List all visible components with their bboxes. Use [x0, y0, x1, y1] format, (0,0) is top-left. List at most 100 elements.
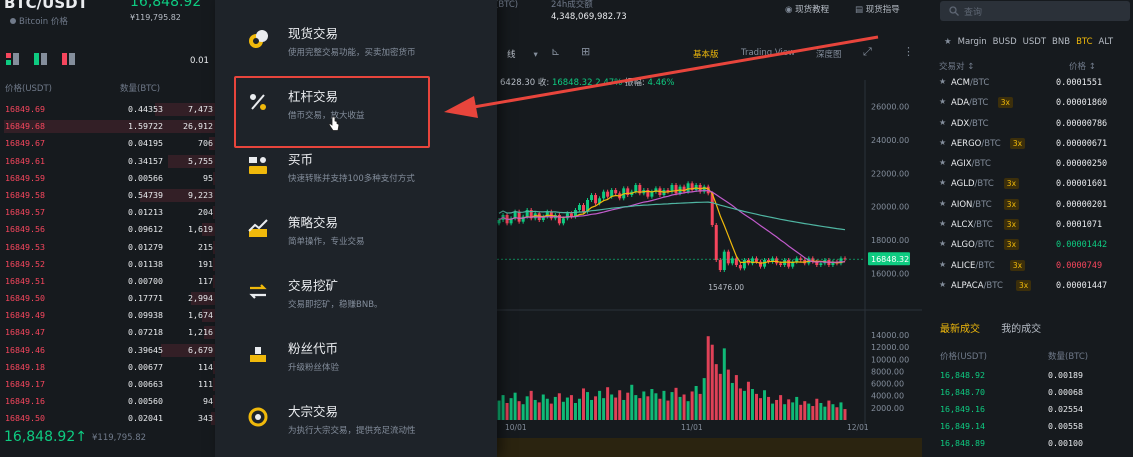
candle-body [726, 251, 730, 264]
favorite-star-icon[interactable]: ★ [939, 219, 946, 228]
orderbook-ask-row[interactable]: 16849.57 0.01213 204 [0, 204, 215, 221]
orderbook-ask-row[interactable]: 16849.67 0.04195 706 [0, 135, 215, 152]
volume-bar [702, 378, 706, 420]
favorite-star-icon[interactable]: ★ [939, 178, 946, 187]
ask-price: 16849.17 [5, 379, 45, 389]
orderbook-ask-row[interactable]: 16849.49 0.09938 1,674 [0, 307, 215, 324]
announcement-bar[interactable] [497, 438, 922, 457]
orderbook-ask-row[interactable]: 16849.58 0.54739 9,223 [0, 187, 215, 204]
market-search-input[interactable]: 查询 [940, 1, 1130, 21]
ask-price: 16849.46 [5, 344, 45, 355]
market-tab-btc[interactable]: BTC [1076, 37, 1092, 47]
orderbook-ask-row[interactable]: 16849.50 0.17771 2,994 [0, 290, 215, 307]
orderbook-ask-row[interactable]: 16849.61 0.34157 5,755 [0, 153, 215, 170]
favorite-star-icon[interactable]: ★ [939, 118, 946, 127]
ask-price: 16849.59 [5, 172, 45, 183]
market-row[interactable]: ★ AION/BTC 3x 0.00000201 [939, 196, 1133, 216]
market-row[interactable]: ★ AERGO/BTC 3x 0.00000671 [939, 135, 1133, 155]
favorite-star-icon[interactable]: ★ [939, 158, 946, 167]
orderbook-ask-row[interactable]: 16849.18 0.00677 114 [0, 359, 215, 376]
favorite-star-icon[interactable]: ★ [939, 199, 946, 208]
menu-item-desc: 为执行大宗交易，提供充足流动性 [288, 426, 416, 436]
menu-item-7[interactable]: 大宗交易 为执行大宗交易，提供充足流动性 [215, 390, 497, 452]
market-price: 0.0000749 [1056, 260, 1103, 271]
favorite-star-icon[interactable]: ★ [939, 260, 946, 269]
volume-bar [791, 402, 795, 420]
orderbook-ask-row[interactable]: 16849.16 0.00560 94 [0, 393, 215, 410]
orderbook-ask-row[interactable]: 16849.17 0.00663 111 [0, 376, 215, 393]
volume-axis-tick: 4000.00 [871, 392, 904, 401]
market-tab-usdt[interactable]: USDT [1023, 37, 1046, 47]
volume-bar [795, 396, 799, 420]
market-row[interactable]: ★ ALGO/BTC 3x 0.00001442 [939, 236, 1133, 256]
orderbook-ask-row[interactable]: 16849.46 0.39645 6,679 [0, 342, 215, 359]
orderbook-ask-row[interactable]: 16849.53 0.01279 215 [0, 239, 215, 256]
market-tab-alt[interactable]: ALT [1099, 37, 1114, 47]
volume-bar [750, 389, 754, 420]
favorite-star-icon[interactable]: ★ [939, 77, 946, 86]
market-row[interactable]: ★ ACM/BTC 0.0001551 [939, 74, 1133, 94]
pair-subtitle[interactable]: Bitcoin 价格 [10, 15, 68, 27]
ask-total: 343 [198, 413, 213, 424]
favorite-star-icon[interactable]: ★ [939, 239, 946, 248]
candle-body [590, 195, 594, 200]
market-quote: /BTC [971, 159, 991, 170]
ask-qty: 0.34157 [128, 155, 163, 166]
volume-bar [553, 396, 557, 420]
tab-latest-trades[interactable]: 最新成交 [940, 324, 980, 335]
market-tab-margin[interactable]: Margin [958, 37, 987, 47]
trade-price: 16,848.89 [940, 438, 985, 448]
favorite-star-icon[interactable]: ★ [939, 138, 946, 147]
market-tab-bnb[interactable]: BNB [1052, 37, 1070, 47]
favorite-star-icon[interactable]: ★ [939, 97, 946, 106]
ask-qty: 0.01138 [128, 258, 163, 269]
menu-item-6[interactable]: 粉丝代币 升级粉丝体验 [215, 327, 497, 389]
volume-bar [586, 392, 590, 420]
trade-row: 16,848.89 0.00100 [940, 436, 1133, 453]
market-price: 0.00001442 [1056, 240, 1108, 251]
orderbook-ask-row[interactable]: 16849.69 0.44353 7,473 [0, 101, 215, 118]
market-col-price[interactable]: 价格 ↕ [1069, 60, 1096, 72]
volume-bar [775, 399, 779, 420]
market-row[interactable]: ★ ALICE/BTC 3x 0.0000749 [939, 257, 1133, 277]
block-trade-icon [247, 406, 269, 428]
orderbook-both-view-icon[interactable] [6, 53, 19, 65]
market-row[interactable]: ★ ALCX/BTC 3x 0.0001071 [939, 216, 1133, 236]
orderbook-ask-row[interactable]: 16849.51 0.00700 117 [0, 273, 215, 290]
market-symbol: AGLD/BTC [951, 179, 994, 189]
market-row[interactable]: ★ AGIX/BTC 0.00000250 [939, 155, 1133, 175]
orderbook-asks-view-icon[interactable] [62, 53, 75, 65]
orderbook-ask-row[interactable]: 16849.56 0.09612 1,619 [0, 221, 215, 238]
market-row[interactable]: ★ ADX/BTC 0.00000786 [939, 115, 1133, 135]
volume-bar [561, 401, 565, 420]
volume-bar [634, 395, 638, 420]
orderbook-ask-row[interactable]: 16849.52 0.01138 191 [0, 256, 215, 273]
orderbook-bids-view-icon[interactable] [34, 53, 47, 65]
orderbook-ask-row[interactable]: 16849.68 1.59722 26,912 [0, 118, 215, 135]
market-row[interactable]: ★ AGLD/BTC 3x 0.00001601 [939, 175, 1133, 195]
volume-bar [541, 394, 545, 420]
orderbook-ask-row[interactable]: 16849.50 0.02041 343 [0, 410, 215, 427]
volume-bar [545, 398, 549, 420]
menu-item-1[interactable]: 现货交易 使用完整交易功能，买卖加密货币 [215, 12, 497, 74]
ask-total: 1,674 [188, 310, 213, 321]
leverage-badge: 3x [1003, 178, 1020, 190]
volume-bar [670, 392, 674, 420]
volume-bar [763, 390, 767, 420]
market-col-pair[interactable]: 交易对 ↕ [939, 60, 974, 72]
market-row[interactable]: ★ ADA/BTC 3x 0.00001860 [939, 94, 1133, 114]
menu-item-4[interactable]: 策略交易 简单操作，专业交易 [215, 201, 497, 263]
menu-item-desc: 快速转账并支持100多种支付方式 [288, 174, 415, 184]
favorites-star-icon[interactable]: ★ [944, 37, 952, 47]
pair-title[interactable]: BTC/USDT [4, 0, 88, 12]
market-quote: /BTC [972, 199, 992, 210]
orderbook-ask-row[interactable]: 16849.59 0.00566 95 [0, 170, 215, 187]
favorite-star-icon[interactable]: ★ [939, 280, 946, 289]
menu-item-5[interactable]: 交易挖矿 交易即挖矿，稳赚BNB。 [215, 264, 497, 326]
tab-my-trades[interactable]: 我的成交 [1001, 324, 1041, 335]
market-tab-busd[interactable]: BUSD [993, 37, 1017, 47]
market-row[interactable]: ★ ALPACA/BTC 3x 0.00001447 [939, 277, 1133, 297]
orderbook-ask-row[interactable]: 16849.47 0.07218 1,216 [0, 324, 215, 341]
ask-qty: 0.00560 [128, 396, 163, 407]
precision-select[interactable]: 0.01 [190, 56, 209, 66]
